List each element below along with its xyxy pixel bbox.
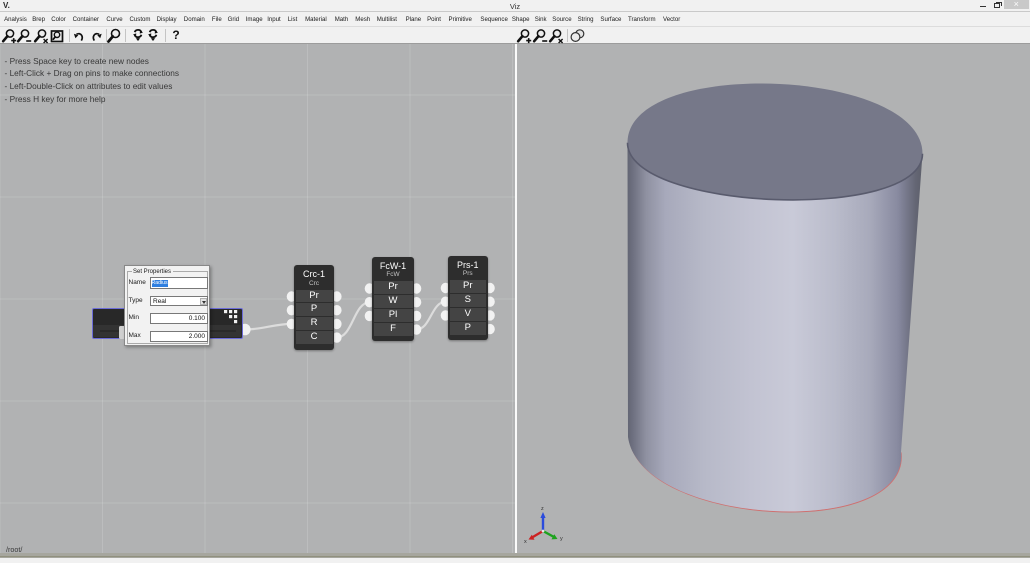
svg-text:y: y (560, 536, 563, 542)
svg-text:x: x (524, 539, 527, 545)
svg-text:z: z (541, 506, 544, 512)
